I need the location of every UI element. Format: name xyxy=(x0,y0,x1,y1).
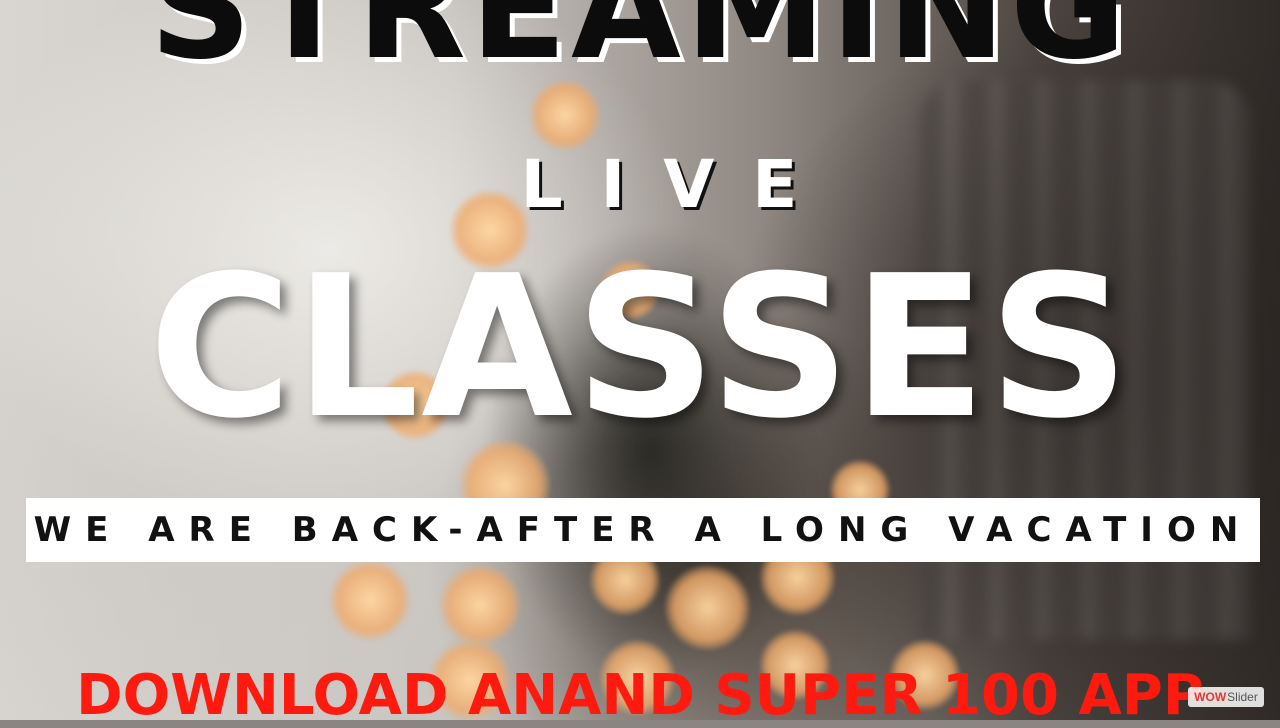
headline-classes: CLASSES xyxy=(148,234,1132,462)
bokeh-light xyxy=(330,560,410,640)
download-cta-text: DOWNLOAD ANAND SUPER 100 APP xyxy=(76,663,1204,728)
headline-streaming: STREAMING xyxy=(149,0,1131,91)
bokeh-light xyxy=(665,565,750,650)
headline-live: LIVE xyxy=(520,146,836,223)
watermark-brand-part2: Slider xyxy=(1227,690,1258,704)
banner-text: WE ARE BACK-AFTER A LONG VACATION xyxy=(33,510,1253,550)
announcement-banner: WE ARE BACK-AFTER A LONG VACATION xyxy=(26,498,1260,562)
wowslider-watermark[interactable]: WOW Slider xyxy=(1188,687,1264,707)
watermark-brand-part1: WOW xyxy=(1194,690,1227,704)
bokeh-light xyxy=(440,565,520,645)
